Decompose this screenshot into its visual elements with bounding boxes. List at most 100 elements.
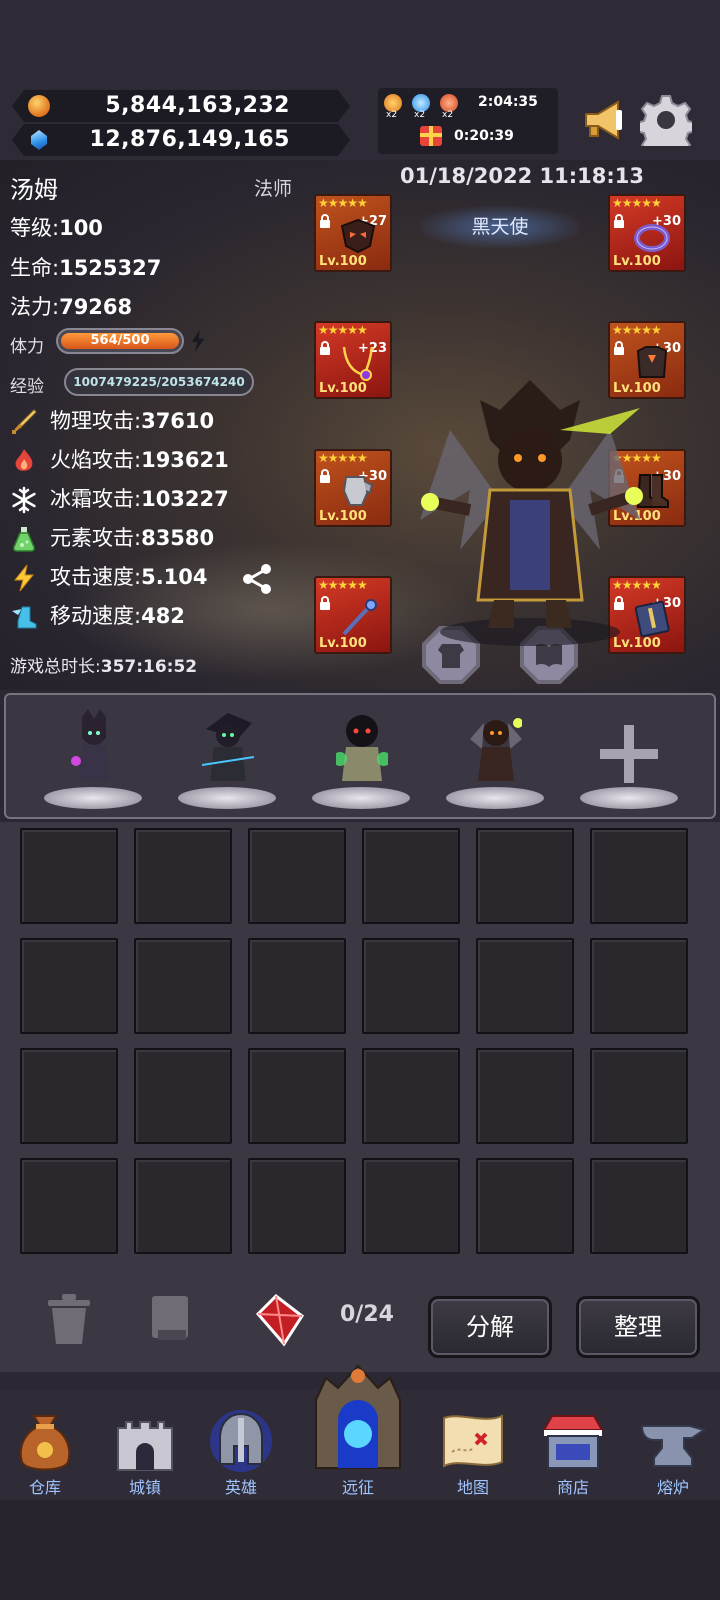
- gauntlet-stars: ★★★★★: [318, 451, 368, 465]
- inventory-slot[interactable]: [476, 828, 574, 924]
- gold-counter[interactable]: 5,844,163,232: [12, 90, 350, 122]
- inventory-slot[interactable]: [134, 828, 232, 924]
- inventory-slot[interactable]: [134, 1048, 232, 1144]
- boost-panel[interactable]: x2 x2 x2 2:04:35 0:20:39: [378, 88, 558, 154]
- hero-3-portrait: [336, 715, 388, 781]
- exp-label: 经验: [10, 377, 44, 397]
- lock-icon: [320, 469, 330, 483]
- staff-icon: [342, 599, 377, 636]
- party-slot-4[interactable]: [440, 703, 550, 813]
- nav-warehouse[interactable]: 仓库: [0, 1390, 90, 1498]
- party-slot-add[interactable]: [574, 703, 684, 813]
- nav-town[interactable]: 城镇: [100, 1390, 190, 1498]
- party-slot-3[interactable]: [306, 703, 416, 813]
- sort-button[interactable]: 整理: [576, 1296, 700, 1358]
- red-gem-icon[interactable]: [252, 1292, 308, 1348]
- party-slot-1[interactable]: [38, 703, 148, 813]
- inventory-slot[interactable]: [362, 1158, 460, 1254]
- equip-slot-helmet[interactable]: ★★★★★ +27 Lv.100: [314, 194, 392, 272]
- exp-value: 1007479225/2053674240: [73, 375, 245, 389]
- decompose-button[interactable]: 分解: [428, 1296, 552, 1358]
- pedestal: [178, 787, 276, 809]
- equip-slot-gauntlet[interactable]: ★★★★★ +30 Lv.100: [314, 449, 392, 527]
- equip-slot-necklace[interactable]: ★★★★★ +23 Lv.100: [314, 321, 392, 399]
- stamina-value: 564/500: [90, 333, 150, 348]
- armor-stars: ★★★★★: [612, 323, 662, 337]
- level-stat: 等级:100: [10, 212, 103, 242]
- nav-label: 英雄: [224, 1478, 257, 1497]
- gift-timer: 0:20:39: [454, 128, 514, 144]
- top-bar: 5,844,163,232 12,876,149,165 x2 x2 x2 2:…: [0, 0, 720, 160]
- physical-attack-label: 物理攻击:: [50, 409, 142, 433]
- nav-label: 城镇: [128, 1478, 161, 1497]
- inventory-panel: [0, 822, 720, 1372]
- ring-icon: [634, 224, 670, 252]
- pedestal: [44, 787, 142, 809]
- inventory-slot[interactable]: [248, 828, 346, 924]
- party-bar: [4, 693, 716, 819]
- inventory-slot[interactable]: [476, 1048, 574, 1144]
- inventory-slot[interactable]: [20, 1158, 118, 1254]
- helmet-icon: [210, 1410, 272, 1472]
- inventory-slot[interactable]: [362, 1048, 460, 1144]
- inventory-slot[interactable]: [20, 938, 118, 1034]
- inventory-slot[interactable]: [20, 1048, 118, 1144]
- hero-panel: 汤姆 法师 01/18/2022 11:18:13 等级:100 生命:1525…: [0, 160, 720, 690]
- inventory-slot[interactable]: [134, 1158, 232, 1254]
- gem-counter[interactable]: 12,876,149,165: [12, 124, 350, 156]
- trash-icon[interactable]: [46, 1292, 92, 1346]
- inventory-slot[interactable]: [134, 938, 232, 1034]
- inventory-slot[interactable]: [248, 938, 346, 1034]
- inventory-slot[interactable]: [590, 1048, 688, 1144]
- inventory-slot[interactable]: [248, 1048, 346, 1144]
- level-value: 100: [59, 216, 103, 240]
- megaphone-icon[interactable]: [580, 96, 628, 144]
- inventory-slot[interactable]: [362, 828, 460, 924]
- lock-icon: [320, 214, 330, 228]
- level-label: 等级:: [10, 216, 60, 240]
- party-slot-2[interactable]: [172, 703, 282, 813]
- nav-label: 商店: [556, 1478, 589, 1497]
- exp-bar: 1007479225/2053674240: [64, 368, 254, 396]
- pedestal: [312, 787, 410, 809]
- nav-forge[interactable]: 熔炉: [628, 1390, 718, 1498]
- gear-icon[interactable]: [640, 94, 692, 146]
- plus-icon: [600, 725, 658, 783]
- mp-label: 法力:: [10, 295, 60, 319]
- necklace-level: Lv.100: [319, 381, 367, 396]
- book-icon[interactable]: [150, 1294, 190, 1342]
- portal-icon: [315, 1364, 401, 1469]
- nav-hero[interactable]: 英雄: [196, 1390, 286, 1498]
- pedestal: [446, 787, 544, 809]
- equip-slot-staff[interactable]: ★★★★★ Lv.100: [314, 576, 392, 654]
- equip-slot-ring[interactable]: ★★★★★ +30 Lv.100: [608, 194, 686, 272]
- nav-shop[interactable]: 商店: [528, 1390, 618, 1498]
- inventory-slot[interactable]: [476, 938, 574, 1034]
- mp-value: 79268: [59, 295, 133, 319]
- snowflake-icon: [12, 486, 36, 514]
- play-time: 游戏总时长:357:16:52: [10, 652, 197, 677]
- lock-icon: [614, 341, 624, 355]
- move-speed-value: 482: [141, 604, 185, 628]
- nav-map[interactable]: 地图: [428, 1390, 518, 1498]
- boost-timer: 2:04:35: [478, 94, 538, 110]
- inventory-slot[interactable]: [20, 828, 118, 924]
- share-icon[interactable]: [240, 562, 274, 596]
- play-time-value: 357:16:52: [100, 657, 198, 677]
- gold-value: 5,844,163,232: [105, 93, 290, 118]
- inventory-slot[interactable]: [476, 1158, 574, 1254]
- lightning-icon: [13, 564, 35, 592]
- shop-icon: [542, 1415, 604, 1469]
- inventory-slot[interactable]: [590, 938, 688, 1034]
- necklace-icon: [342, 346, 374, 381]
- anvil-icon: [640, 1425, 706, 1467]
- inventory-slot[interactable]: [248, 1158, 346, 1254]
- hp-label: 生命:: [10, 256, 60, 280]
- hero-title: 黑天使: [420, 206, 580, 248]
- inventory-slot[interactable]: [362, 938, 460, 1034]
- gift-icon: [420, 126, 442, 146]
- hero-4-portrait: [470, 718, 522, 781]
- nav-expedition[interactable]: 远征: [306, 1360, 410, 1498]
- inventory-slot[interactable]: [590, 1158, 688, 1254]
- inventory-slot[interactable]: [590, 828, 688, 924]
